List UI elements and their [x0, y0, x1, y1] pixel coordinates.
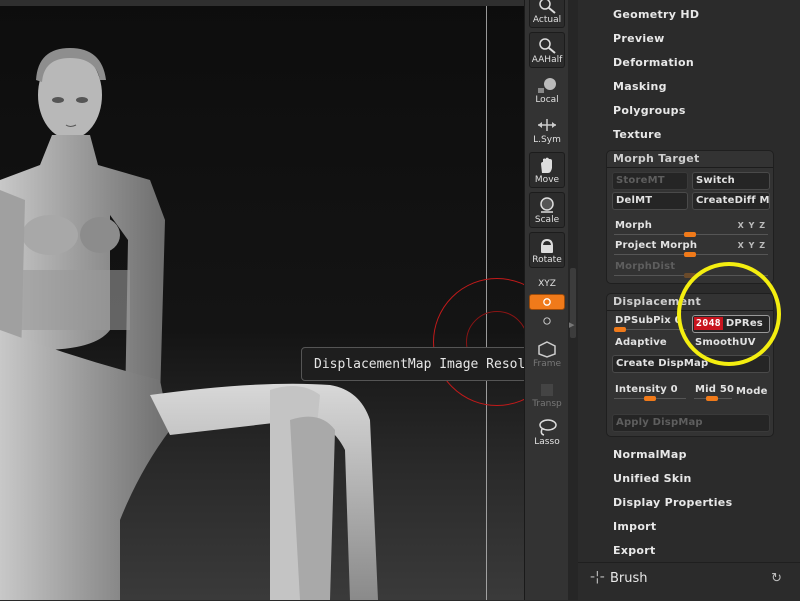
slider-thumb[interactable] [706, 396, 718, 401]
menu-deformation[interactable]: Deformation [613, 56, 694, 69]
apply-dispmap-button[interactable]: Apply DispMap [612, 414, 770, 432]
menu-masking[interactable]: Masking [613, 80, 667, 93]
scale-label: Scale [534, 215, 560, 225]
aahalf-button[interactable]: AAHalf [529, 32, 565, 68]
aahalf-label: AAHalf [531, 55, 563, 65]
intensity-label: Intensity 0 [615, 384, 678, 395]
slider-thumb[interactable] [684, 232, 696, 237]
menu-geometry-hd[interactable]: Geometry HD [613, 8, 699, 21]
crosshair-icon[interactable]: -¦- [590, 569, 605, 585]
morph-symmetry-icon[interactable]: X Y Z [738, 219, 766, 233]
symmetry-icon [538, 119, 556, 131]
frame-label: Frame [532, 359, 562, 369]
lasso-button[interactable]: Lasso [529, 414, 565, 450]
morph-slider[interactable]: Morph X Y Z [612, 219, 770, 237]
slider-thumb[interactable] [614, 327, 626, 332]
reset-icon[interactable]: ↻ [771, 571, 782, 586]
mid-slider[interactable]: Mid 50 [692, 383, 734, 401]
rotate-axis-icon [543, 298, 551, 306]
dpsubpix-label: DPSubPix 0 [615, 315, 682, 326]
transp-label: Transp [532, 399, 562, 409]
move-button[interactable]: Move [529, 152, 565, 188]
rotate-label: Rotate [532, 255, 562, 265]
rotate-axis-toggle[interactable] [529, 294, 565, 310]
storemt-button[interactable]: StoreMT [612, 172, 688, 190]
rotate-icon [541, 238, 553, 253]
move-label: Move [534, 175, 560, 185]
transp-button[interactable]: Transp [529, 376, 565, 412]
menu-unified-skin[interactable]: Unified Skin [613, 472, 692, 485]
actual-label: Actual [532, 15, 562, 25]
morph-label: Morph [615, 220, 653, 231]
collapse-arrow-icon[interactable]: ▸ [569, 318, 575, 331]
sculpt-model[interactable] [0, 0, 524, 600]
brush-label[interactable]: Brush [610, 571, 648, 586]
morph-target-panel: Morph Target StoreMT Switch DelMT Create… [606, 150, 774, 284]
intensity-slider[interactable]: Intensity 0 [612, 383, 688, 401]
brush-palette-header[interactable]: -¦- Brush ↻ [578, 562, 800, 601]
highlight-ring-annotation [677, 262, 781, 366]
menu-normalmap[interactable]: NormalMap [613, 448, 687, 461]
scale-button[interactable]: Scale [529, 192, 565, 228]
tool-shelf: Actual AAHalf Local L.Sym Move Scale Rot… [524, 0, 569, 600]
hand-icon [541, 157, 552, 173]
local-icon [538, 78, 556, 93]
magnifier-icon [539, 38, 556, 54]
lsym-button[interactable]: L.Sym [529, 112, 565, 148]
panel-scrollbar[interactable]: ▸ [568, 0, 578, 600]
lsym-label: L.Sym [533, 135, 561, 145]
creatediff-mesh-button[interactable]: CreateDiff Mesh [692, 192, 770, 210]
slider-thumb[interactable] [644, 396, 656, 401]
divider [607, 167, 773, 168]
menu-polygroups[interactable]: Polygroups [613, 104, 686, 117]
project-morph-symmetry-icon[interactable]: X Y Z [738, 239, 766, 253]
mid-label: Mid 50 [695, 384, 735, 395]
rotate-button[interactable]: Rotate [529, 232, 565, 268]
local-label: Local [535, 95, 559, 105]
frame-icon [538, 341, 556, 358]
mode-toggle[interactable]: Mode [736, 386, 768, 397]
menu-import[interactable]: Import [613, 520, 656, 533]
morph-target-title[interactable]: Morph Target [613, 152, 700, 165]
morphdist-label: MorphDist [615, 261, 676, 272]
transp-icon [541, 384, 553, 396]
xyz-label: XYZ [538, 279, 556, 289]
project-morph-label: Project Morph [615, 240, 698, 251]
xyz-button[interactable]: XYZ [529, 270, 565, 292]
rotate-y-icon [543, 317, 551, 325]
magnifier-icon [539, 0, 556, 14]
delmt-button[interactable]: DelMT [612, 192, 688, 210]
switch-button[interactable]: Switch [692, 172, 770, 190]
scale-icon [540, 197, 554, 213]
menu-texture[interactable]: Texture [613, 128, 662, 141]
menu-export[interactable]: Export [613, 544, 656, 557]
actual-button[interactable]: Actual [529, 0, 565, 28]
local-button[interactable]: Local [529, 72, 565, 108]
menu-display-properties[interactable]: Display Properties [613, 496, 732, 509]
lasso-icon [539, 419, 557, 436]
adaptive-toggle[interactable]: Adaptive [615, 337, 667, 348]
viewport-canvas[interactable] [0, 0, 524, 600]
lasso-label: Lasso [534, 437, 560, 447]
slider-thumb[interactable] [684, 252, 696, 257]
menu-preview[interactable]: Preview [613, 32, 665, 45]
project-morph-slider[interactable]: Project Morph X Y Z [612, 239, 770, 257]
frame-button[interactable]: Frame [529, 336, 565, 372]
rotate-y-toggle[interactable] [529, 312, 565, 330]
